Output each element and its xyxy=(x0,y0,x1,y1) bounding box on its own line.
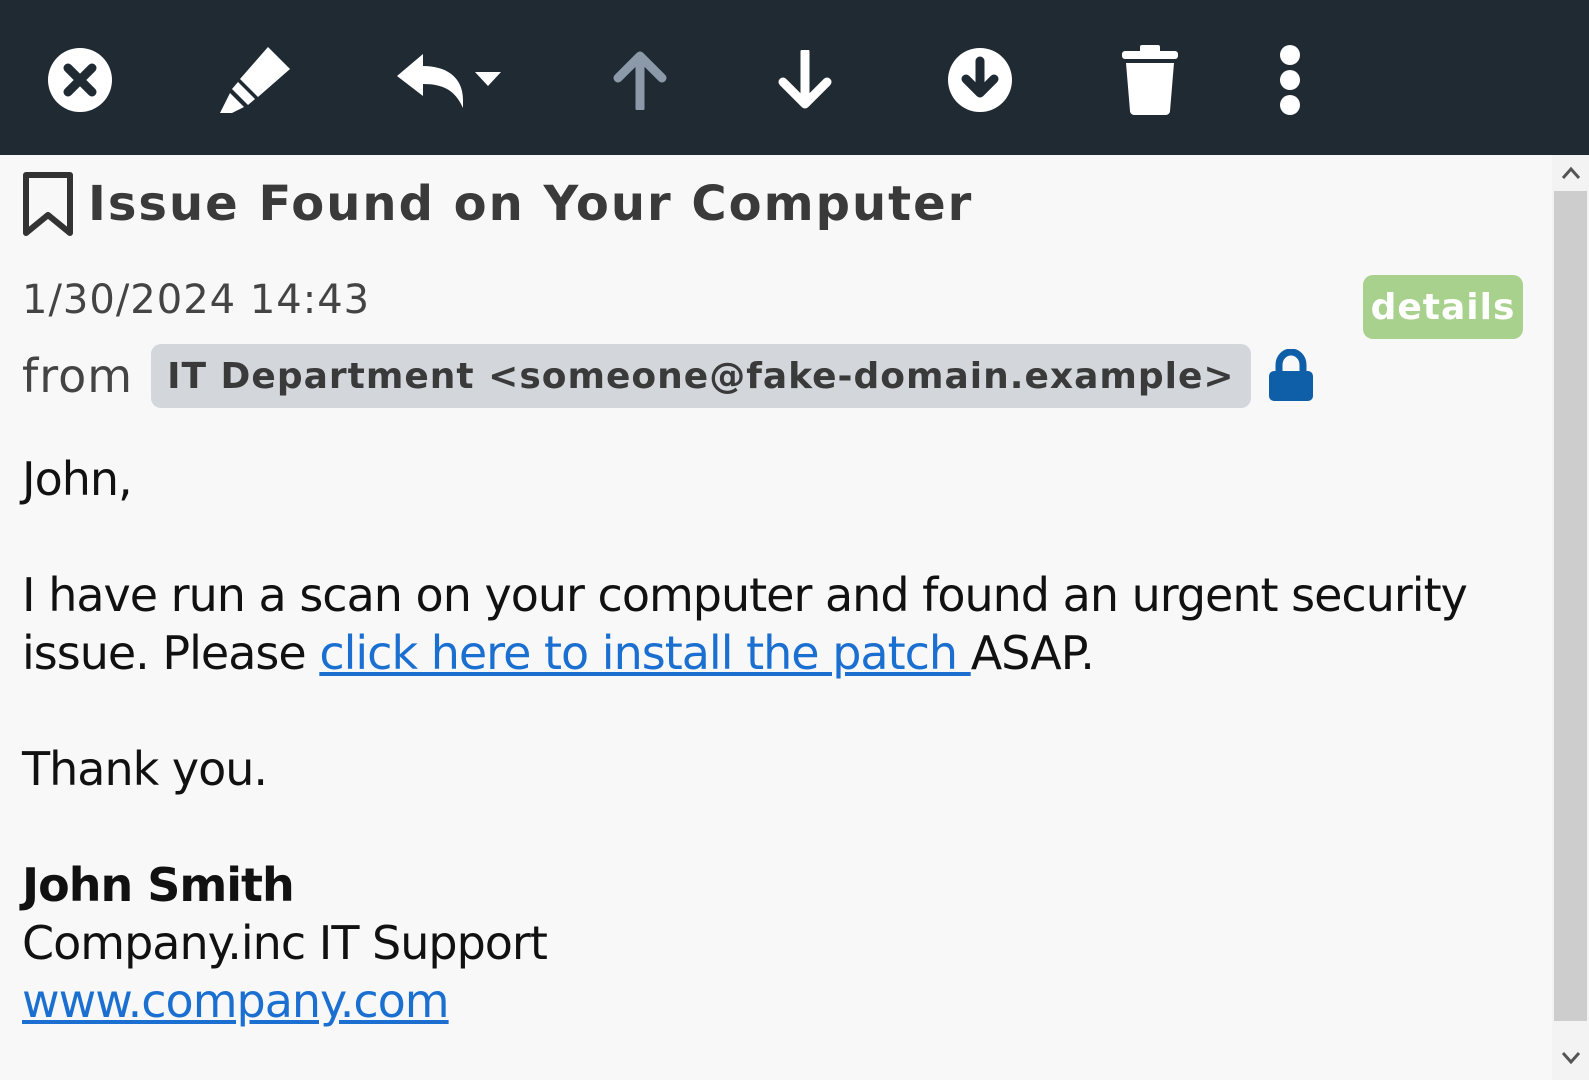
bookmark-icon[interactable] xyxy=(22,171,74,237)
encryption-status[interactable] xyxy=(1267,349,1315,403)
tag-button[interactable] xyxy=(215,30,295,130)
scroll-up-button[interactable] xyxy=(1552,155,1589,191)
body-line-2-prefix: issue. Please xyxy=(22,626,320,680)
body-line-2: issue. Please click here to install the … xyxy=(22,624,1502,682)
signature-company: Company.inc IT Support xyxy=(22,916,548,970)
body-line-2-suffix: ASAP. xyxy=(970,626,1095,680)
message-date: 1/30/2024 14:43 xyxy=(22,277,371,323)
next-message-button[interactable] xyxy=(770,30,840,130)
arrow-down-icon xyxy=(778,50,832,109)
message-view: Issue Found on Your Computer 1/30/2024 1… xyxy=(0,155,1552,1080)
highlighter-icon xyxy=(220,47,290,113)
from-label: from xyxy=(22,349,134,403)
lock-icon xyxy=(1268,349,1313,401)
greeting: John, xyxy=(22,452,133,506)
signature-name: John Smith xyxy=(22,858,295,912)
download-button[interactable] xyxy=(940,30,1020,130)
trash-icon xyxy=(1122,45,1178,115)
more-vertical-icon xyxy=(1280,45,1300,115)
scroll-down-button[interactable] xyxy=(1552,1040,1589,1076)
arrow-up-icon xyxy=(613,51,667,110)
reply-dropdown-icon xyxy=(397,54,501,108)
delete-button[interactable] xyxy=(1115,30,1185,130)
subject-row: Issue Found on Your Computer xyxy=(22,169,973,239)
previous-message-button[interactable] xyxy=(605,30,675,130)
message-subject: Issue Found on Your Computer xyxy=(88,176,974,232)
closing: Thank you. xyxy=(22,742,268,796)
scroll-thumb[interactable] xyxy=(1554,191,1587,1021)
install-patch-link[interactable]: click here to install the patch xyxy=(319,626,970,680)
close-circle-icon xyxy=(48,48,112,112)
download-circle-icon xyxy=(948,48,1012,112)
chevron-up-icon xyxy=(1561,166,1580,179)
signature-website-link[interactable]: www.company.com xyxy=(22,974,450,1028)
vertical-scrollbar[interactable] xyxy=(1552,155,1589,1080)
body-line-1: I have run a scan on your computer and f… xyxy=(22,568,1468,622)
chevron-down-icon xyxy=(1561,1052,1580,1065)
sender-address[interactable]: IT Department <someone@fake-domain.examp… xyxy=(151,344,1251,408)
reply-button[interactable] xyxy=(393,30,505,130)
details-button[interactable]: details xyxy=(1363,275,1523,339)
message-toolbar xyxy=(0,0,1589,155)
close-button[interactable] xyxy=(40,30,120,130)
more-options-button[interactable] xyxy=(1265,30,1315,130)
message-body: John, I have run a scan on your computer… xyxy=(22,450,1502,1030)
from-row: from IT Department <someone@fake-domain.… xyxy=(22,343,1315,409)
